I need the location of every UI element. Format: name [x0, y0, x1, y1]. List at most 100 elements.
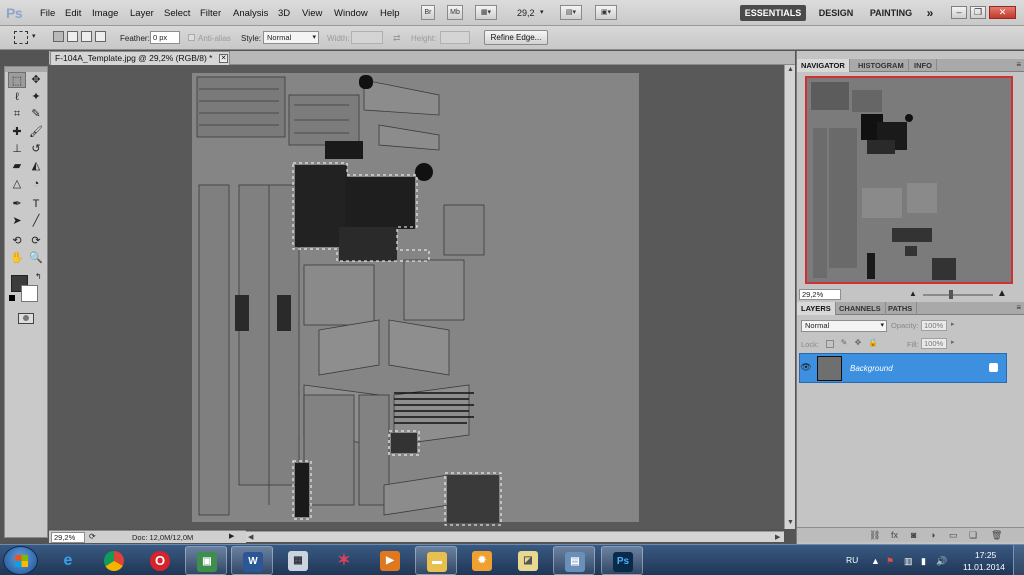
taskbar-photoshop[interactable]: Ps — [601, 546, 643, 575]
paint-bucket-tool-icon[interactable]: ◭ — [27, 158, 45, 174]
eyedropper-tool-icon[interactable]: ✎ — [27, 106, 45, 122]
show-desktop-button[interactable] — [1013, 545, 1024, 575]
menu-select[interactable]: Select — [164, 8, 190, 19]
quick-mask-icon[interactable] — [18, 313, 34, 324]
menu-file[interactable]: File — [40, 8, 55, 19]
close-icon[interactable]: ✕ — [219, 54, 228, 63]
taskbar-file-manager[interactable]: ◪ — [507, 546, 549, 575]
signal-icon[interactable]: ▮ — [921, 556, 926, 567]
screen-mode-button[interactable]: ▣▾ — [595, 5, 617, 20]
menu-image[interactable]: Image — [92, 8, 118, 19]
feather-input[interactable]: 0 px — [150, 31, 180, 44]
healing-brush-tool-icon[interactable]: ✚ — [8, 124, 26, 140]
scroll-left-icon[interactable]: ◀ — [248, 533, 253, 541]
new-layer-icon[interactable]: ❏ — [969, 530, 977, 541]
marquee-preset-icon[interactable] — [14, 31, 28, 44]
menu-view[interactable]: View — [302, 8, 322, 19]
add-selection-icon[interactable] — [67, 31, 78, 42]
eye-icon[interactable]: 👁 — [799, 362, 813, 373]
workspace-design[interactable]: DESIGN — [814, 5, 858, 21]
lock-all-icon[interactable]: 🔒 — [868, 339, 878, 348]
workspace-essentials[interactable]: ESSENTIALS — [740, 5, 806, 21]
document-canvas[interactable] — [49, 65, 784, 529]
layer-name[interactable]: Background — [850, 364, 893, 373]
menu-3d[interactable]: 3D — [278, 8, 290, 19]
tab-layers[interactable]: LAYERS — [797, 302, 836, 315]
taskbar-calculator[interactable]: ▦ — [277, 546, 319, 575]
opacity-dropdown-icon[interactable]: ▸ — [951, 320, 955, 328]
zoom-level[interactable]: 29,2 — [517, 8, 535, 18]
document-tab[interactable]: F-104A_Template.jpg @ 29,2% (RGB/8) * ✕ — [50, 51, 230, 65]
close-button[interactable]: ✕ — [989, 6, 1016, 19]
swap-colors-icon[interactable]: ↰ — [35, 272, 42, 281]
workspace-painting[interactable]: PAINTING — [866, 5, 916, 21]
lock-pixels-icon[interactable]: ✎ — [840, 339, 848, 348]
brush-tool-icon[interactable]: 🖌 — [27, 124, 45, 140]
eraser-tool-icon[interactable]: ▰ — [8, 158, 26, 174]
canvas-area[interactable] — [49, 65, 784, 529]
view-extras-button[interactable]: ▦▾ — [475, 5, 497, 20]
lock-position-icon[interactable]: ✥ — [854, 339, 862, 348]
subtract-selection-icon[interactable] — [81, 31, 92, 42]
swap-icon[interactable]: ⇄ — [393, 33, 401, 44]
marquee-tool-icon[interactable]: ⬚ — [8, 72, 26, 88]
navigator-zoom-field[interactable]: 29,2% — [799, 289, 841, 300]
scroll-down-icon[interactable]: ▼ — [787, 519, 794, 526]
panel-menu-icon[interactable]: ≡ — [1016, 303, 1021, 312]
show-hidden-icons-icon[interactable]: ▲ — [871, 556, 880, 566]
blend-mode-select[interactable]: Normal — [801, 320, 887, 332]
status-zoom-field[interactable]: 29,2% — [51, 532, 85, 543]
action-center-icon[interactable]: ⚑ — [886, 556, 894, 567]
network-icon[interactable]: ▥ — [904, 556, 913, 567]
taskbar-chrome[interactable] — [93, 546, 135, 575]
minimize-button[interactable]: – — [951, 6, 967, 19]
style-select[interactable]: Normal — [263, 31, 319, 44]
tab-navigator[interactable]: NAVIGATOR — [797, 59, 850, 72]
taskbar-remote[interactable]: ▤ — [553, 546, 595, 575]
menu-edit[interactable]: Edit — [65, 8, 81, 19]
new-group-icon[interactable]: ▭ — [949, 530, 958, 541]
tab-histogram[interactable]: HISTOGRAM — [854, 59, 909, 72]
tab-paths[interactable]: PATHS — [884, 302, 918, 315]
chevron-down-icon[interactable]: ▾ — [32, 32, 36, 40]
taskbar-internet-explorer[interactable]: e — [47, 546, 89, 575]
crop-tool-icon[interactable]: ⌗ — [8, 106, 26, 122]
lock-transparency-icon[interactable] — [826, 340, 834, 348]
navigator-preview[interactable] — [805, 76, 1013, 284]
intersect-selection-icon[interactable] — [95, 31, 106, 42]
status-info-icon[interactable]: ⟳ — [89, 532, 96, 541]
taskbar-utility[interactable]: ▣ — [185, 546, 227, 575]
fill-dropdown-icon[interactable]: ▸ — [951, 338, 955, 346]
adjustment-layer-icon[interactable]: ◑ — [930, 530, 935, 540]
taskbar-opera[interactable]: O — [139, 546, 181, 575]
move-tool-icon[interactable]: ✥ — [27, 72, 45, 88]
width-input[interactable] — [351, 31, 383, 44]
minibridge-button[interactable]: Mb — [447, 5, 463, 20]
menu-window[interactable]: Window — [334, 8, 368, 19]
default-colors-icon[interactable] — [9, 295, 15, 301]
taskbar-network-app[interactable]: ✶ — [323, 546, 365, 575]
background-color-swatch[interactable] — [21, 285, 38, 302]
panel-menu-icon[interactable]: ≡ — [1016, 60, 1021, 69]
arrange-documents-button[interactable]: ▤▾ — [560, 5, 582, 20]
zoom-tool-icon[interactable]: 🔍 — [27, 250, 45, 266]
scroll-up-icon[interactable]: ▲ — [787, 66, 794, 73]
menu-help[interactable]: Help — [380, 8, 400, 19]
status-menu-icon[interactable]: ▶ — [229, 532, 234, 540]
delete-layer-icon[interactable]: 🗑 — [991, 530, 1002, 541]
taskbar-word[interactable]: W — [231, 546, 273, 575]
tab-channels[interactable]: CHANNELS — [835, 302, 886, 315]
vertical-scrollbar[interactable]: ▲ ▼ — [784, 65, 795, 529]
clock-time[interactable]: 17:25 — [975, 550, 996, 560]
link-layers-icon[interactable]: ⛓ — [869, 530, 880, 541]
refine-edge-button[interactable]: Refine Edge... — [484, 30, 548, 45]
menu-filter[interactable]: Filter — [200, 8, 221, 19]
pen-tool-icon[interactable]: ✒ — [8, 196, 26, 212]
fill-input[interactable]: 100% — [921, 338, 947, 349]
antialias-checkbox[interactable] — [188, 34, 195, 41]
restore-button[interactable]: ❐ — [970, 6, 986, 19]
more-workspaces-button[interactable]: » — [922, 5, 938, 21]
dodge-tool-icon[interactable]: ◔ — [27, 176, 45, 192]
zoom-out-icon[interactable]: ▲ — [909, 289, 917, 298]
slider-handle[interactable] — [949, 290, 953, 299]
